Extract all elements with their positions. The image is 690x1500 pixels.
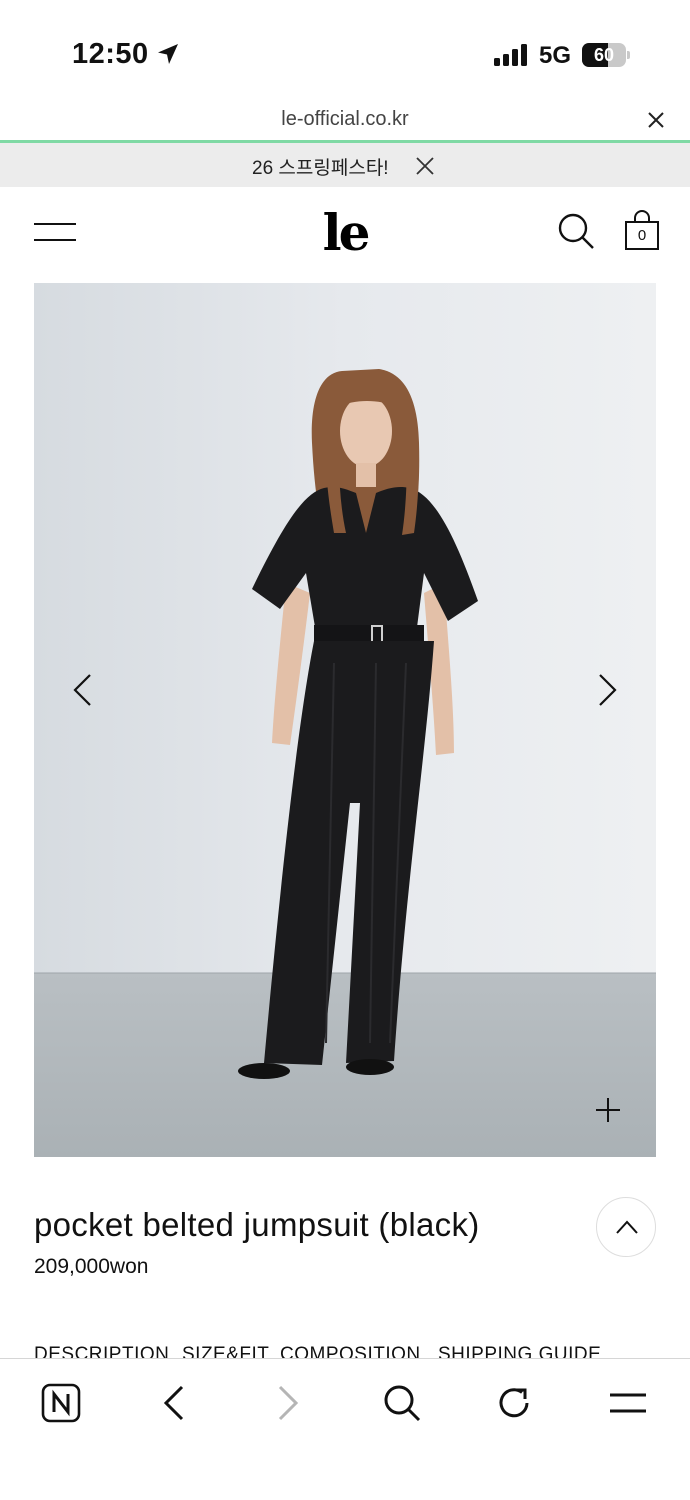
refresh-icon[interactable] bbox=[493, 1381, 537, 1425]
menu-icon[interactable] bbox=[606, 1381, 650, 1425]
close-icon[interactable] bbox=[644, 108, 668, 132]
cart-count[interactable]: 0 bbox=[624, 227, 660, 244]
battery-level: 60 bbox=[593, 45, 615, 65]
product-photo bbox=[34, 283, 656, 1157]
battery-icon: 60 bbox=[582, 43, 630, 67]
product-tabs: DESCRIPTION SIZE&FIT COMPOSITION SHIPPIN… bbox=[0, 1340, 690, 1358]
plus-icon[interactable] bbox=[594, 1096, 622, 1124]
product-price: 209,000won bbox=[34, 1255, 149, 1278]
search-icon[interactable] bbox=[380, 1381, 424, 1425]
status-time: 12:50 bbox=[72, 38, 149, 70]
page: 12:50 5G 60 le-official.co.kr 26 스프링페스타! bbox=[0, 0, 690, 1500]
site-header: le 0 bbox=[0, 187, 690, 283]
promo-banner[interactable]: 26 스프링페스타! bbox=[0, 143, 690, 187]
back-icon[interactable] bbox=[152, 1381, 196, 1425]
browser-toolbar bbox=[0, 1358, 690, 1500]
brand-logo[interactable]: le bbox=[300, 203, 390, 263]
chevron-right-icon[interactable] bbox=[594, 672, 620, 708]
location-arrow-icon bbox=[158, 44, 178, 64]
chevron-up-icon bbox=[616, 1220, 638, 1234]
status-bar: 12:50 5G 60 bbox=[0, 0, 690, 100]
search-icon[interactable] bbox=[556, 211, 596, 251]
tab-composition[interactable]: COMPOSITION bbox=[280, 1344, 421, 1358]
scroll-to-top-button[interactable] bbox=[596, 1197, 656, 1257]
product-image[interactable] bbox=[34, 283, 656, 1157]
naver-home-icon[interactable] bbox=[39, 1381, 83, 1425]
close-icon[interactable] bbox=[414, 155, 436, 177]
hamburger-menu-icon[interactable] bbox=[34, 221, 76, 245]
promo-banner-text[interactable]: 26 스프링페스타! bbox=[252, 153, 389, 180]
tab-size-fit[interactable]: SIZE&FIT bbox=[182, 1344, 269, 1358]
chevron-left-icon[interactable] bbox=[70, 672, 96, 708]
forward-icon[interactable] bbox=[266, 1381, 310, 1425]
url-text[interactable]: le-official.co.kr bbox=[0, 108, 690, 131]
network-type: 5G bbox=[539, 42, 572, 69]
address-bar[interactable]: le-official.co.kr bbox=[0, 100, 690, 142]
tab-description[interactable]: DESCRIPTION bbox=[34, 1344, 169, 1358]
tab-shipping-guide[interactable]: SHIPPING GUIDE bbox=[438, 1344, 601, 1358]
cellular-signal-icon bbox=[494, 44, 527, 66]
product-title: pocket belted jumpsuit (black) bbox=[34, 1206, 480, 1243]
